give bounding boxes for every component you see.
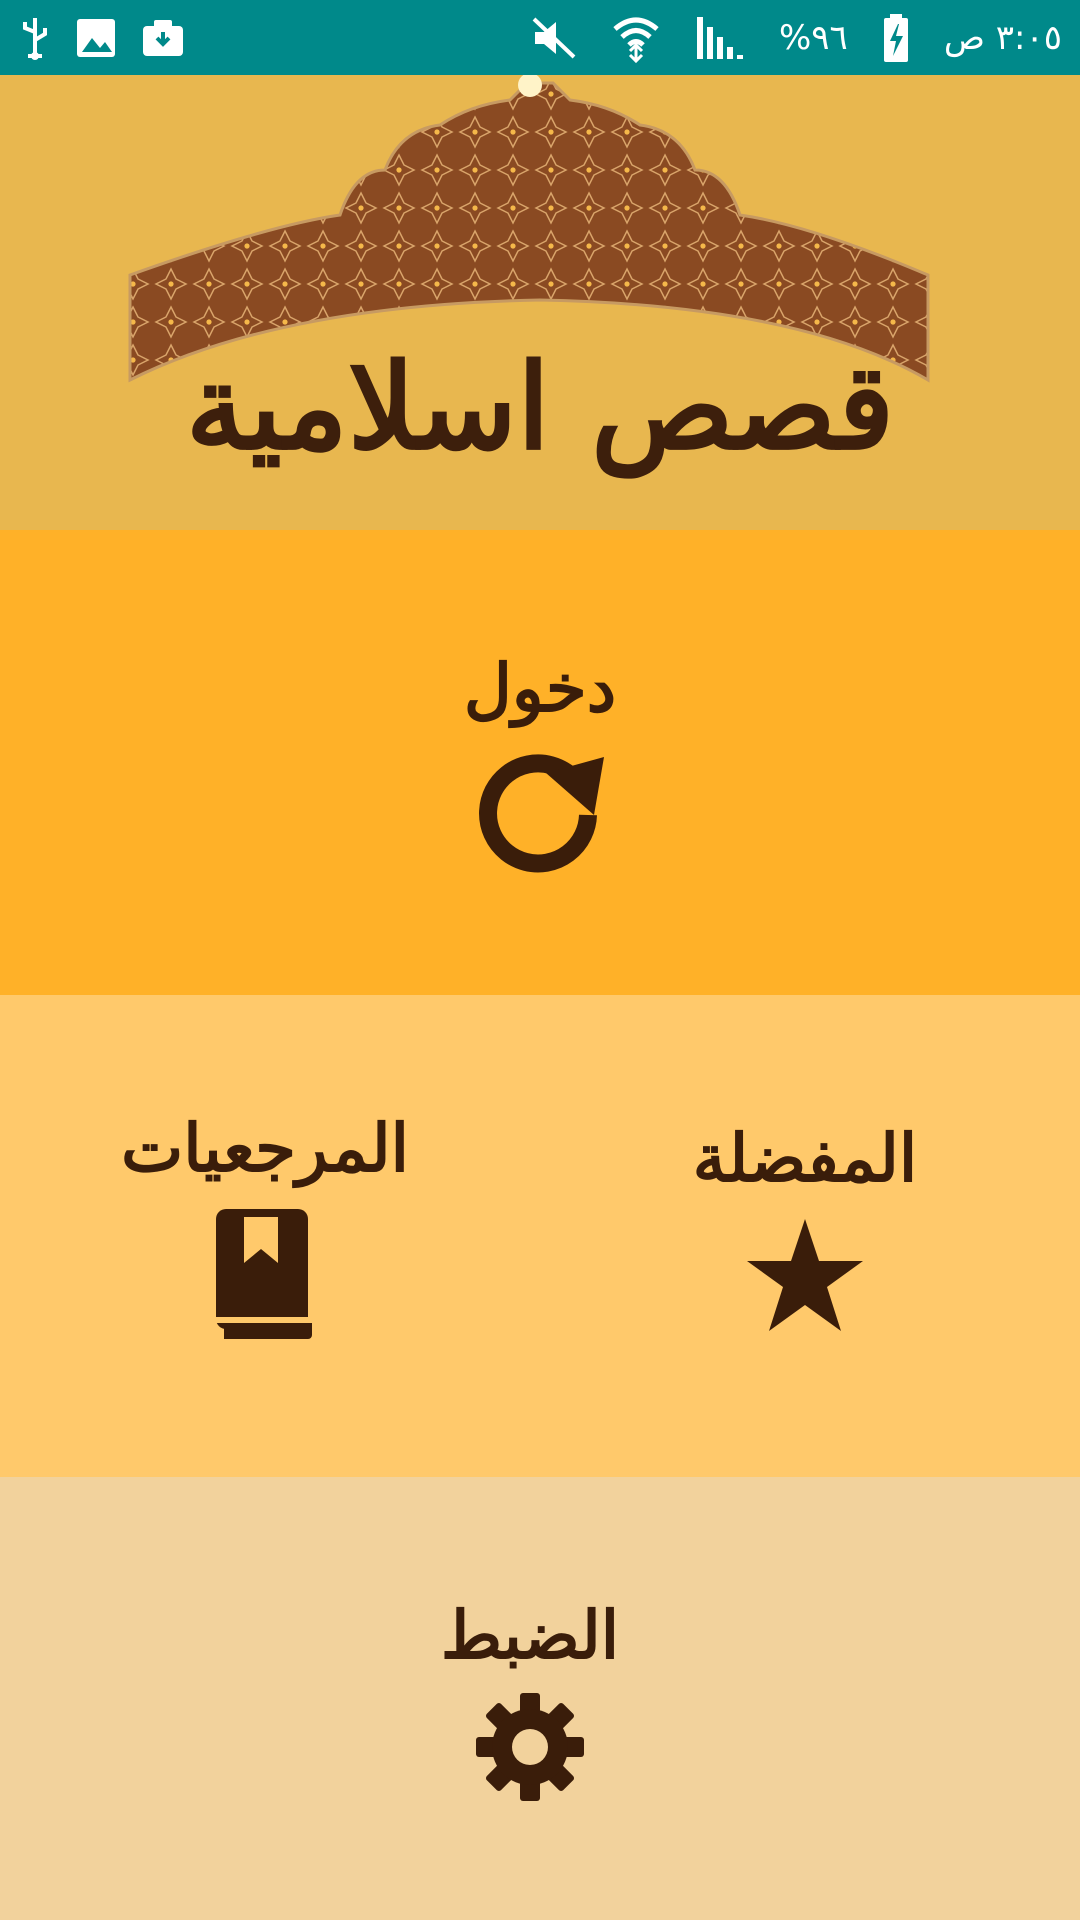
favorites-label: المفضلة bbox=[692, 1119, 918, 1197]
gallery-icon bbox=[74, 16, 118, 60]
signal-icon bbox=[695, 15, 745, 61]
middle-panel: المرجعيات المفضلة bbox=[0, 995, 1080, 1477]
settings-panel: الضبط bbox=[0, 1477, 1080, 1920]
status-bar: %٩٦ ٣:٠٥ ص bbox=[0, 0, 1080, 75]
enter-label: دخول bbox=[463, 649, 617, 727]
status-bar-left bbox=[18, 0, 186, 75]
refresh-icon bbox=[470, 745, 610, 889]
references-label: المرجعيات bbox=[121, 1109, 409, 1187]
favorites-button[interactable]: المفضلة bbox=[690, 1125, 920, 1339]
usb-icon bbox=[18, 16, 52, 60]
enter-button[interactable]: دخول bbox=[440, 655, 640, 889]
bookmark-book-icon bbox=[210, 1205, 320, 1344]
status-bar-right: %٩٦ ٣:٠٥ ص bbox=[531, 0, 1062, 75]
references-button[interactable]: المرجعيات bbox=[121, 1115, 409, 1344]
gear-icon bbox=[475, 1692, 585, 1806]
wifi-icon bbox=[611, 13, 661, 63]
screenshot-icon bbox=[140, 16, 186, 60]
settings-button[interactable]: الضبط bbox=[420, 1602, 640, 1806]
enter-panel: دخول bbox=[0, 530, 1080, 995]
mute-icon bbox=[531, 16, 577, 60]
settings-label: الضبط bbox=[440, 1596, 620, 1674]
app-title: قصص اسلامية bbox=[185, 337, 895, 476]
battery-percent: %٩٦ bbox=[778, 17, 848, 58]
app-header: قصص اسلامية bbox=[0, 75, 1080, 530]
battery-icon bbox=[882, 13, 910, 63]
star-icon bbox=[745, 1215, 865, 1339]
clock: ٣:٠٥ ص bbox=[943, 17, 1062, 58]
